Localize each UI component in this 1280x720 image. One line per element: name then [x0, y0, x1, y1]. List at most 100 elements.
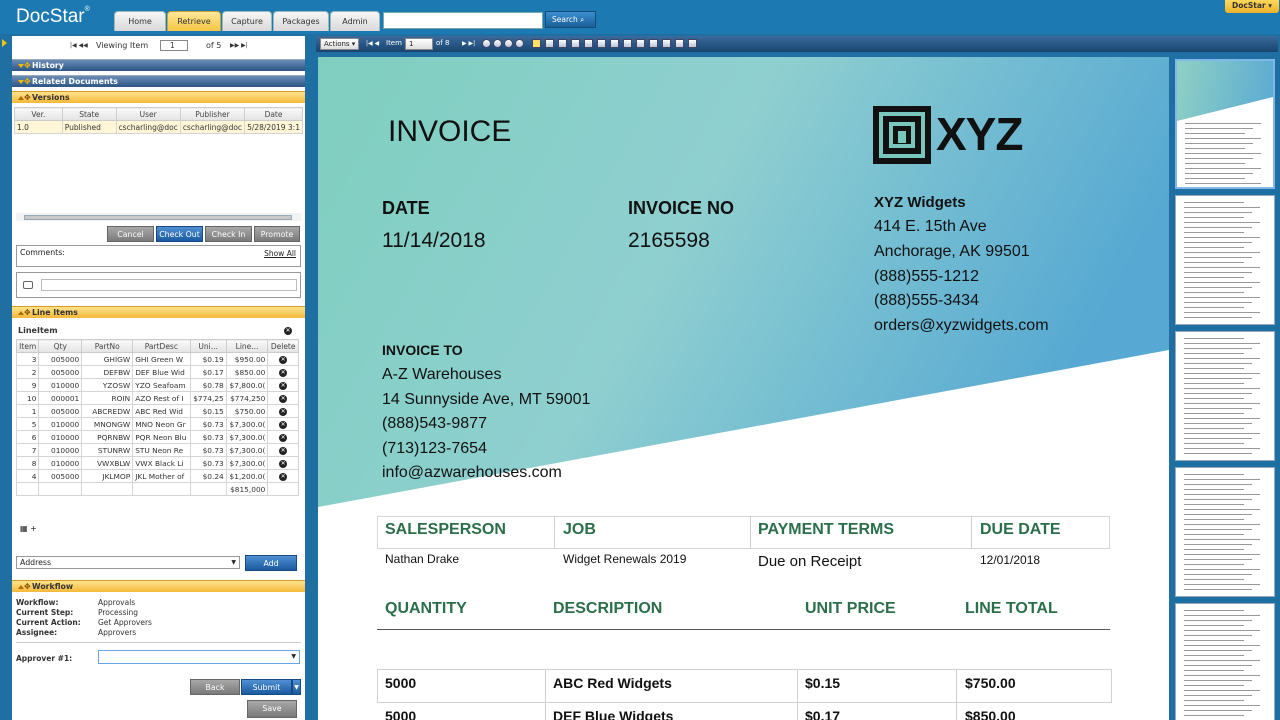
show-all-link[interactable]: Show All	[264, 249, 296, 258]
save-button[interactable]: Save	[247, 700, 297, 718]
delete-row-icon[interactable]: ✕	[279, 369, 288, 377]
text-icon[interactable]	[662, 39, 671, 48]
check-out-button[interactable]: Check Out	[156, 226, 203, 242]
search-button[interactable]: Search ⌕	[545, 11, 596, 28]
redact-icon[interactable]	[623, 39, 632, 48]
comment-input[interactable]	[41, 279, 297, 291]
table-row[interactable]: 8 010000 VWXBLW VWX Black Li $0.73 $7,300.0(✕	[15, 456, 299, 470]
versions-section-header[interactable]: ✥ Versions	[12, 91, 305, 103]
tab-home[interactable]: Home	[114, 11, 166, 31]
ellipse-icon[interactable]	[610, 39, 619, 48]
tab-retrieve[interactable]: Retrieve	[167, 11, 221, 31]
rectangle-icon[interactable]	[597, 39, 606, 48]
table-row[interactable]: 3 005000 GHIGW GHI Green W $0.19 $950.00 ✕	[15, 352, 299, 366]
rotate-left-icon[interactable]	[482, 39, 491, 48]
grid-icon[interactable]: ▦	[20, 524, 28, 533]
submit-dropdown-icon[interactable]: ▼	[292, 679, 301, 695]
line-items-section-header[interactable]: ✥ Line Items	[12, 306, 305, 318]
col-header[interactable]: PartDesc	[132, 339, 191, 353]
scroll-thumb[interactable]	[24, 215, 292, 220]
tab-admin[interactable]: Admin	[330, 11, 380, 31]
tab-capture[interactable]: Capture	[222, 11, 272, 31]
page-thumbnail[interactable]	[1175, 331, 1275, 461]
table-row[interactable]: 9 010000 YZOSW YZO Seafoam $0.78 $7,800.0(✕	[15, 378, 299, 392]
back-button[interactable]: Back	[190, 679, 240, 695]
delete-row-icon[interactable]: ✕	[279, 408, 288, 416]
item-input[interactable]: 1	[405, 38, 433, 50]
note-icon[interactable]	[532, 39, 541, 48]
delete-row-icon[interactable]: ✕	[279, 447, 288, 455]
save-annotation-icon[interactable]	[688, 39, 697, 48]
approver-select[interactable]: ▼	[98, 650, 300, 664]
document-page[interactable]: INVOICE XYZ DATE 11/14/2018 INVOICE NO 2…	[318, 57, 1169, 720]
page-thumbnail[interactable]	[1175, 59, 1275, 189]
col-header[interactable]: Date	[244, 107, 303, 121]
table-row[interactable]: 10 000001 ROIN AZO Rest of I $774,25 $774,250…	[15, 391, 299, 405]
page-thumbnail[interactable]	[1175, 467, 1275, 597]
related-documents-section-header[interactable]: ✥ Related Documents	[12, 75, 305, 87]
table-row[interactable]: 6 010000 PQRNBW PQR Neon Blu $0.73 $7,300.0(✕	[15, 430, 299, 444]
col-header[interactable]: Qty	[38, 339, 83, 353]
delete-row-icon[interactable]: ✕	[279, 382, 288, 390]
promote-button[interactable]: Promote	[254, 226, 300, 242]
thumbnail-line	[1184, 202, 1244, 203]
cancel-button[interactable]: Cancel	[107, 226, 154, 242]
submit-button[interactable]: Submit	[241, 679, 292, 695]
item-number-input[interactable]: 1	[160, 40, 188, 51]
cell: 010000	[38, 443, 83, 457]
delete-row-icon[interactable]: ✕	[279, 434, 288, 442]
col-header[interactable]: Publisher	[179, 107, 246, 121]
col-header[interactable]: User	[115, 107, 181, 121]
delete-row-icon[interactable]: ✕	[279, 460, 288, 468]
close-icon[interactable]: ✕	[284, 327, 292, 335]
highlight-icon[interactable]	[545, 39, 554, 48]
stamp-icon[interactable]	[571, 39, 580, 48]
col-header[interactable]: Line...	[225, 339, 269, 353]
select-icon[interactable]	[584, 39, 593, 48]
first-prev-icon[interactable]: |◀ ◀	[366, 40, 379, 47]
docstar-logo[interactable]: DocStar®	[16, 6, 90, 28]
col-header[interactable]: Item	[15, 339, 40, 353]
pen-icon[interactable]	[558, 39, 567, 48]
expand-arrow-icon[interactable]	[2, 39, 7, 47]
line-icon[interactable]	[636, 39, 645, 48]
horizontal-scrollbar[interactable]	[16, 213, 301, 221]
refresh-icon[interactable]	[515, 39, 524, 48]
delete-annotation-icon[interactable]	[675, 39, 684, 48]
page-thumbnail[interactable]	[1175, 195, 1275, 325]
delete-row-icon[interactable]: ✕	[279, 395, 288, 403]
page-thumbnail[interactable]	[1175, 603, 1275, 720]
workflow-section-header[interactable]: ✥ Workflow	[12, 580, 305, 592]
col-header[interactable]: Ver.	[14, 107, 63, 121]
tab-packages[interactable]: Packages	[273, 11, 329, 31]
next-last-icon[interactable]: ▶▶ ▶|	[230, 42, 248, 49]
delete-row-icon[interactable]: ✕	[279, 473, 288, 481]
collapse-strip[interactable]	[0, 34, 10, 720]
user-menu-button[interactable]: DocStar ▾	[1225, 0, 1279, 13]
first-prev-icon[interactable]: |◀ ◀◀	[70, 42, 88, 49]
actions-menu[interactable]: Actions ▾	[320, 38, 360, 50]
col-header[interactable]: PartNo	[81, 339, 134, 353]
table-row[interactable]: 1 005000 ABCREDW ABC Red Wid $0.15 $750.00 ✕	[15, 404, 299, 418]
table-row[interactable]: 4 005000 JKLMOP JKL Mother of $0.24 $1,200.0(…	[15, 469, 299, 483]
table-row[interactable]: 5 010000 MNONGW MNO Neon Gr $0.73 $7,300.0(✕	[15, 417, 299, 431]
delete-row-icon[interactable]: ✕	[279, 421, 288, 429]
search-input[interactable]	[383, 12, 543, 29]
col-header[interactable]: Delete	[267, 339, 299, 353]
undo-icon[interactable]	[504, 39, 513, 48]
company-line: (888)555-1212	[874, 268, 979, 285]
delete-row-icon[interactable]: ✕	[279, 356, 288, 364]
address-select[interactable]: Address ▼	[16, 556, 240, 569]
check-in-button[interactable]: Check In	[205, 226, 252, 242]
next-last-icon[interactable]: ▶ ▶|	[462, 40, 475, 47]
table-row[interactable]: 2 005000 DEFBW DEF Blue Wid $0.17 $850.00 ✕	[15, 365, 299, 379]
history-section-header[interactable]: ✥ History	[12, 59, 305, 71]
arrow-icon[interactable]	[649, 39, 658, 48]
rotate-right-icon[interactable]	[493, 39, 502, 48]
col-header[interactable]: Uni...	[189, 339, 227, 353]
table-row[interactable]: 1.0 Published cscharling@doc cscharling@…	[14, 120, 303, 134]
add-button[interactable]: Add	[245, 555, 297, 571]
add-row-icon[interactable]: +	[30, 524, 37, 533]
table-row[interactable]: 7 010000 STUNRW STU Neon Re $0.73 $7,300.0(✕	[15, 443, 299, 457]
col-header[interactable]: State	[61, 107, 117, 121]
